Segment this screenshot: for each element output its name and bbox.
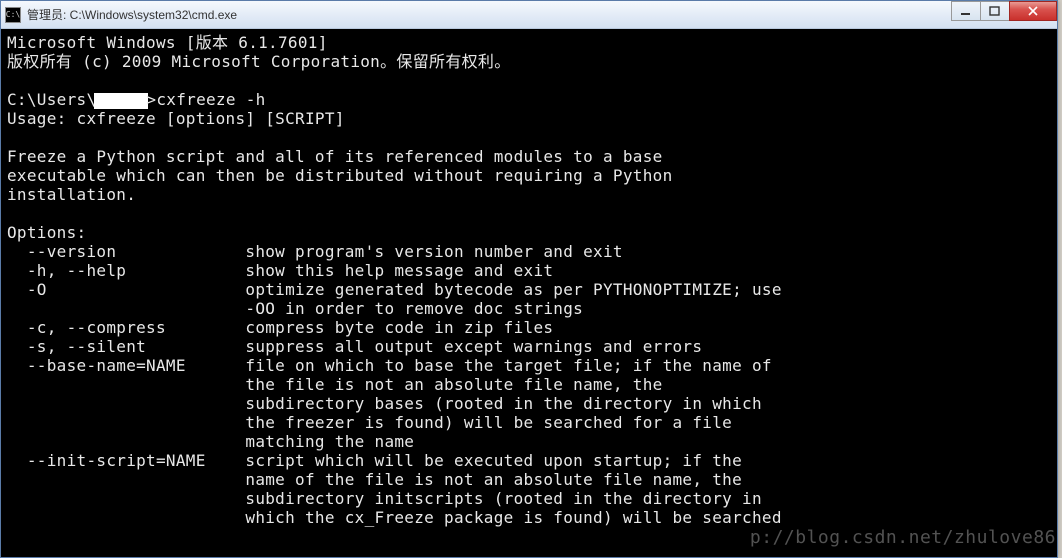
titlebar[interactable]: C:\ 管理员: C:\Windows\system32\cmd.exe [1,1,1057,29]
console-line: -OO in order to remove doc strings [7,299,583,318]
console-line: Options: [7,223,86,242]
maximize-button[interactable] [980,1,1010,21]
censored-username [94,93,148,109]
cmd-window: C:\ 管理员: C:\Windows\system32\cmd.exe Mic… [0,0,1058,558]
console-line: which the cx_Freeze package is found) wi… [7,508,782,527]
console-line: -c, --compress compress byte code in zip… [7,318,553,337]
console-line: subdirectory initscripts (rooted in the … [7,489,762,508]
prompt-path: C:\Users\ [7,90,96,109]
console-line: installation. [7,185,136,204]
console-output[interactable]: Microsoft Windows [版本 6.1.7601] 版权所有 (c)… [1,29,1057,557]
console-line: Usage: cxfreeze [options] [SCRIPT] [7,109,345,128]
console-line: Microsoft Windows [版本 6.1.7601] [7,33,328,52]
window-title: 管理员: C:\Windows\system32\cmd.exe [27,6,1053,23]
console-line: executable which can then be distributed… [7,166,673,185]
console-line: -O optimize generated bytecode as per PY… [7,280,782,299]
console-line: the freezer is found) will be searched f… [7,413,732,432]
prompt-command: >cxfreeze -h [146,90,265,109]
console-line: --version show program's version number … [7,242,623,261]
close-button[interactable] [1009,1,1057,21]
minimize-icon [960,6,972,16]
console-line: the file is not an absolute file name, t… [7,375,663,394]
window-controls [952,1,1057,21]
maximize-icon [989,6,1001,16]
console-line: 版权所有 (c) 2009 Microsoft Corporation。保留所有… [7,52,511,71]
console-line: -h, --help show this help message and ex… [7,261,553,280]
console-line: name of the file is not an absolute file… [7,470,742,489]
minimize-button[interactable] [951,1,981,21]
console-line: -s, --silent suppress all output except … [7,337,702,356]
console-line: --base-name=NAME file on which to base t… [7,356,772,375]
console-line: subdirectory bases (rooted in the direct… [7,394,762,413]
console-line: matching the name [7,432,414,451]
cmd-icon: C:\ [5,7,21,23]
close-icon [1027,6,1039,16]
console-line: Freeze a Python script and all of its re… [7,147,663,166]
console-line: --init-script=NAME script which will be … [7,451,742,470]
